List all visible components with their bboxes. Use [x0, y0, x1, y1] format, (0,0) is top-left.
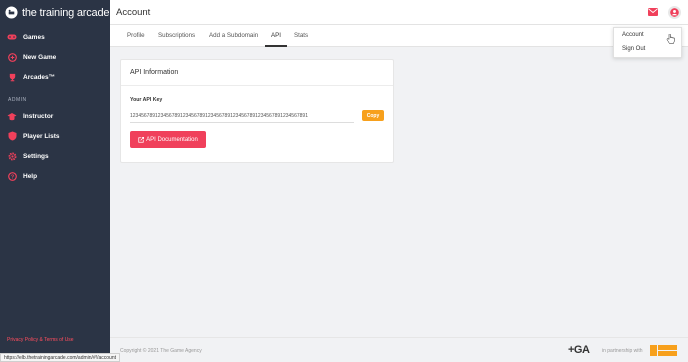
- brand-name: the training arcade: [22, 6, 110, 19]
- card-divider: [121, 85, 393, 86]
- sidebar-item-new-game[interactable]: New Game: [0, 47, 110, 67]
- account-tabs: Profile Subscriptions Add a Subdomain AP…: [110, 25, 688, 47]
- game-controller-icon: [5, 6, 18, 19]
- page-title: Account: [116, 7, 151, 18]
- trophy-icon: [7, 72, 17, 82]
- sidebar-item-label: Instructor: [23, 112, 54, 120]
- sidebar-item-games[interactable]: Games: [0, 27, 110, 47]
- sidebar-item-player-lists[interactable]: Player Lists: [0, 126, 110, 146]
- tab-api[interactable]: API: [265, 25, 287, 47]
- api-information-card: API Information Your API Key Copy API Do…: [120, 59, 394, 163]
- copy-button[interactable]: Copy: [362, 110, 384, 121]
- api-key-field[interactable]: [130, 109, 354, 123]
- sidebar-item-help[interactable]: ? Help: [0, 166, 110, 186]
- api-key-label: Your API Key: [130, 97, 163, 103]
- partner-text: in partnership with: [602, 348, 643, 354]
- mail-icon: [648, 8, 658, 16]
- sidebar-item-label: Settings: [23, 152, 49, 160]
- gamepad-icon: [7, 32, 17, 42]
- sidebar-item-settings[interactable]: Settings: [0, 146, 110, 166]
- hand-cursor-icon: [666, 34, 675, 44]
- brand-logo[interactable]: the training arcade: [0, 0, 110, 25]
- card-title: API Information: [130, 69, 179, 76]
- sidebar: the training arcade Games New Game Arcad…: [0, 0, 110, 362]
- sidebar-item-label: Help: [23, 172, 38, 180]
- tab-stats[interactable]: Stats: [294, 25, 308, 47]
- user-circle-icon: [670, 8, 679, 17]
- sidebar-item-arcades[interactable]: Arcades™: [0, 67, 110, 87]
- api-documentation-button[interactable]: API Documentation: [130, 131, 206, 148]
- tga-logo: +GA: [568, 343, 590, 356]
- tab-add-subdomain[interactable]: Add a Subdomain: [209, 25, 258, 47]
- gear-icon: [7, 151, 17, 161]
- status-bar-url: https://elb.thetrainingarcade.com/admin/…: [0, 353, 121, 362]
- sidebar-item-instructor[interactable]: Instructor: [0, 106, 110, 126]
- mail-button[interactable]: [648, 8, 658, 17]
- external-link-icon: [138, 136, 145, 143]
- sidebar-item-label: Games: [23, 33, 45, 41]
- shield-icon: [7, 131, 17, 141]
- sidebar-item-label: Player Lists: [23, 132, 60, 140]
- plus-circle-icon: [7, 52, 17, 62]
- copyright-text: Copyright © 2021 The Game Agency: [120, 348, 202, 354]
- sidebar-item-label: Arcades™: [23, 73, 56, 81]
- api-documentation-label: API Documentation: [146, 136, 198, 143]
- tab-profile[interactable]: Profile: [127, 25, 145, 47]
- tab-subscriptions[interactable]: Subscriptions: [158, 25, 195, 47]
- footer: Copyright © 2021 The Game Agency +GA in …: [110, 337, 688, 362]
- graduation-cap-icon: [7, 111, 17, 121]
- admin-section-label: ADMIN: [8, 97, 27, 103]
- question-circle-icon: ?: [7, 171, 17, 181]
- privacy-policy-link[interactable]: Privacy Policy & Terms of Use: [7, 337, 74, 343]
- partner-logo: [650, 345, 677, 356]
- sidebar-item-label: New Game: [23, 53, 57, 61]
- svg-text:?: ?: [10, 174, 13, 180]
- top-header: Account: [110, 0, 688, 25]
- user-menu-button[interactable]: [668, 6, 681, 19]
